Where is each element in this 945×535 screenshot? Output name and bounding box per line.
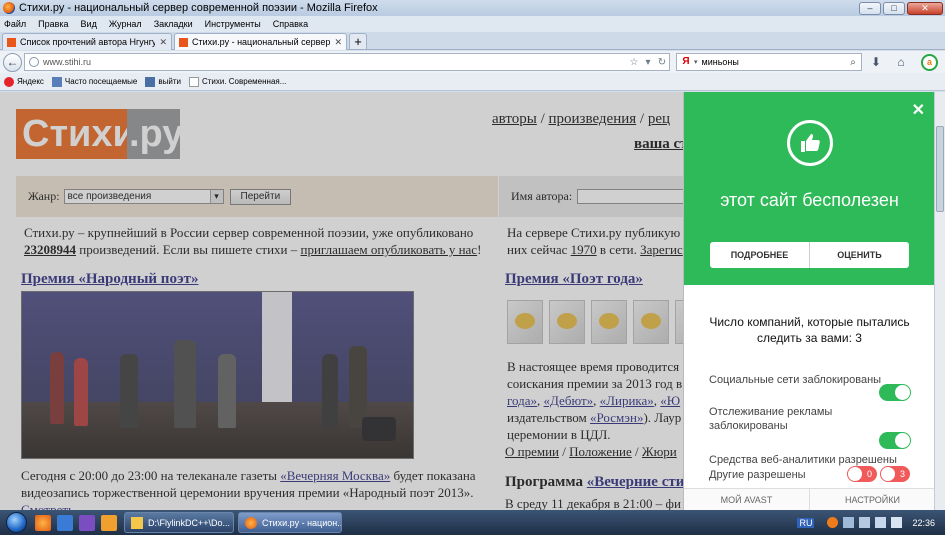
bookmarks-bar: Яндекс Часто посещаемые выйти Стихи. Сов…: [0, 73, 945, 91]
folder-icon: [51, 76, 62, 87]
reload-icon[interactable]: ↻: [655, 57, 669, 68]
tab-label: Список прочтений автора Нгунгундгу ...: [20, 37, 155, 47]
firefox-icon: [245, 516, 257, 529]
language-indicator[interactable]: RU: [797, 517, 815, 528]
bookmark-label: Стихи. Современная...: [201, 77, 287, 86]
avast-tray-icon[interactable]: [827, 517, 839, 528]
page-icon: [188, 76, 199, 87]
vk-icon: [145, 76, 156, 87]
avast-details-button[interactable]: ПОДРОБНЕЕ: [710, 242, 809, 268]
scrollbar-thumb[interactable]: [936, 126, 944, 212]
clock[interactable]: 22:36: [912, 518, 935, 528]
taskbar: D:\FlylinkDC++\Do... Стихи.ру - национ..…: [0, 510, 945, 535]
menu-file[interactable]: Файл: [4, 19, 26, 29]
firefox-icon: [3, 2, 15, 14]
explorer-quicklaunch-icon[interactable]: [57, 514, 73, 531]
url-bar[interactable]: www.stihi.ru ☆ ▾ ↻: [24, 53, 670, 71]
windows-orb-icon: [5, 512, 27, 533]
row-ads: Отслеживание рекламы заблокированы: [709, 406, 833, 432]
menu-view[interactable]: Вид: [81, 19, 97, 29]
flag-tray-icon[interactable]: [843, 517, 855, 528]
tab-bar: Список прочтений автора Нгунгундгу ... ✕…: [0, 32, 945, 50]
menu-history[interactable]: Журнал: [109, 19, 142, 29]
menu-edit[interactable]: Правка: [38, 19, 68, 29]
firefox-quicklaunch-icon[interactable]: [35, 514, 51, 531]
menu-tools[interactable]: Инструменты: [205, 19, 261, 29]
search-input[interactable]: [701, 57, 845, 67]
bookmark-yandex[interactable]: Яндекс: [4, 76, 44, 87]
bookmark-label: Часто посещаемые: [64, 77, 138, 86]
thumbs-up-icon: [787, 120, 833, 166]
yandex-icon[interactable]: Я: [680, 56, 692, 68]
stihi-favicon: [7, 37, 16, 47]
tab-label: Стихи.ру - национальный сервер совр...: [192, 37, 331, 47]
new-tab-button[interactable]: +: [349, 33, 367, 50]
my-avast-link[interactable]: МОЙ AVAST: [684, 489, 809, 510]
social-toggle[interactable]: [879, 384, 911, 401]
back-button[interactable]: ←: [3, 52, 22, 72]
media-quicklaunch-icon[interactable]: [79, 514, 95, 531]
tab-close-icon[interactable]: ✕: [334, 37, 342, 48]
ads-toggle[interactable]: [879, 432, 911, 449]
avast-toolbar-icon[interactable]: a: [921, 54, 938, 71]
task-flylink[interactable]: D:\FlylinkDC++\Do...: [124, 512, 234, 533]
task-label: Стихи.ру - национ...: [262, 517, 342, 528]
menu-help[interactable]: Справка: [273, 19, 308, 29]
search-icon[interactable]: ⌕: [845, 57, 861, 68]
minimize-button[interactable]: –: [859, 1, 881, 15]
menu-bookmarks[interactable]: Закладки: [154, 19, 193, 29]
avast-header: ✕ этот сайт бесполезен ПОДРОБНЕЕ ОЦЕНИТЬ: [684, 92, 935, 285]
folder-icon: [131, 516, 143, 529]
tab-close-icon[interactable]: ✕: [159, 37, 167, 48]
bookmark-label: Яндекс: [17, 77, 44, 86]
firefox-window: Стихи.ру - национальный сервер современн…: [0, 0, 945, 535]
bookmark-most-visited[interactable]: Часто посещаемые: [51, 76, 138, 87]
close-button[interactable]: ✕: [907, 1, 943, 15]
tracking-count-text: Число компаний, которые пытались следить…: [709, 315, 910, 345]
globe-icon: [29, 57, 39, 67]
system-tray: RU 22:36: [797, 510, 945, 535]
bookmark-label: выйти: [158, 77, 181, 86]
download-icon[interactable]: ⬇: [868, 54, 884, 70]
search-engine-dropdown-icon[interactable]: ▾: [694, 58, 698, 66]
window-title: Стихи.ру - национальный сервер современн…: [19, 2, 378, 14]
tab-readings[interactable]: Список прочтений автора Нгунгундгу ... ✕: [2, 33, 172, 50]
avast-panel: ✕ этот сайт бесполезен ПОДРОБНЕЕ ОЦЕНИТЬ…: [683, 92, 935, 510]
task-label: D:\FlylinkDC++\Do...: [148, 517, 231, 528]
avast-buttons: ПОДРОБНЕЕ ОЦЕНИТЬ: [710, 242, 909, 268]
bookmark-logout[interactable]: выйти: [145, 76, 181, 87]
url-dropdown-icon[interactable]: ▾: [641, 57, 655, 68]
tracking-count: Число компаний, которые пытались следить…: [704, 314, 915, 346]
maximize-button[interactable]: □: [883, 1, 905, 15]
volume-tray-icon[interactable]: [875, 517, 887, 528]
avast-footer: МОЙ AVAST НАСТРОЙКИ: [684, 488, 935, 510]
url-text[interactable]: www.stihi.ru: [43, 57, 627, 67]
stihi-favicon: [179, 37, 188, 47]
folder-quicklaunch-icon[interactable]: [101, 514, 117, 531]
bookmark-stihi[interactable]: Стихи. Современная...: [188, 76, 287, 87]
battery-tray-icon[interactable]: [891, 517, 903, 528]
nav-bar: ← www.stihi.ru ☆ ▾ ↻ Я ▾ ⌕ ⬇ ⌂ a: [0, 51, 945, 73]
row-analytics: Средства веб-аналитики разрешены: [709, 454, 897, 466]
search-bar[interactable]: Я ▾ ⌕: [676, 53, 862, 71]
home-icon[interactable]: ⌂: [893, 54, 909, 70]
tracking-count-value: 3: [855, 331, 862, 345]
start-button[interactable]: [0, 510, 32, 535]
other-count-pill[interactable]: 3: [880, 466, 910, 482]
avast-headline: этот сайт бесполезен: [720, 190, 899, 210]
page-scrollbar[interactable]: [934, 92, 945, 510]
task-firefox[interactable]: Стихи.ру - национ...: [238, 512, 342, 533]
tab-stihi[interactable]: Стихи.ру - национальный сервер совр... ✕: [174, 33, 347, 50]
settings-link[interactable]: НАСТРОЙКИ: [809, 489, 935, 510]
page-dim-overlay: [0, 92, 683, 510]
row-other: Другие разрешены: [709, 469, 806, 481]
row-social: Социальные сети заблокированы: [709, 374, 882, 386]
menu-bar: Файл Правка Вид Журнал Закладки Инструме…: [0, 16, 945, 32]
title-bar: Стихи.ру - национальный сервер современн…: [0, 0, 945, 16]
avast-rate-button[interactable]: ОЦЕНИТЬ: [809, 242, 909, 268]
bookmark-star-icon[interactable]: ☆: [627, 57, 641, 68]
avast-close-icon[interactable]: ✕: [912, 100, 925, 120]
network-tray-icon[interactable]: [859, 517, 871, 528]
yandex-icon: [4, 76, 14, 87]
